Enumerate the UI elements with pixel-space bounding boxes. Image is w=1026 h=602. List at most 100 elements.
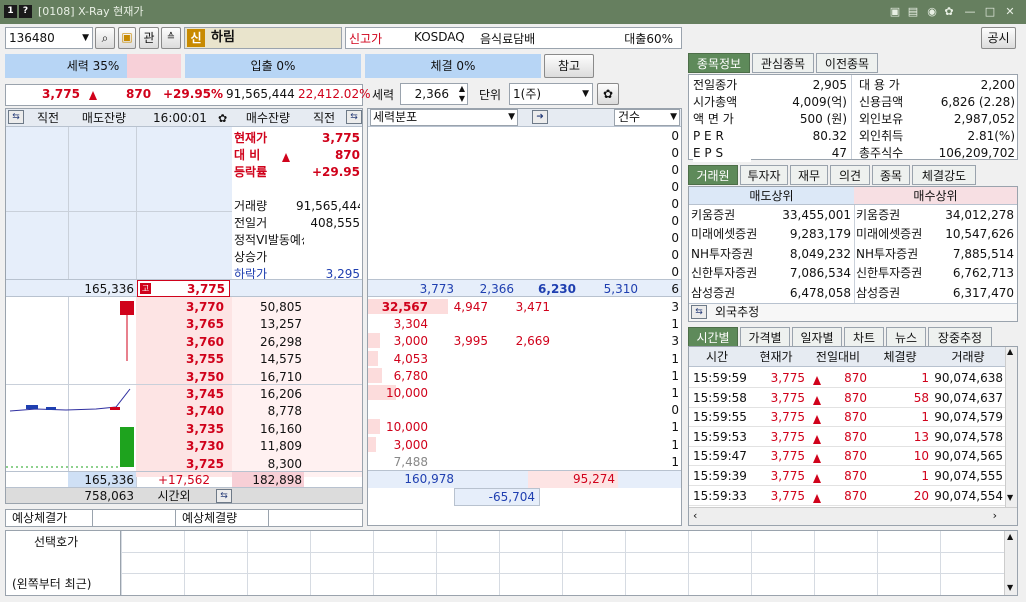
scroll-left-icon[interactable]: ‹ [693,509,697,522]
bid-price[interactable]: 3,740 [138,402,224,420]
mini-chart [6,301,134,468]
tick-row[interactable]: 15:59:53 3,775 870 13 90,074,578 [689,428,1005,447]
stack-icon[interactable]: ≙ [161,27,181,49]
tab-info-0[interactable]: 종목정보 [688,53,750,73]
tab-tick-3[interactable]: 차트 [844,327,884,347]
tick-hscrollbar[interactable]: ‹ › [689,507,1017,525]
dist-a: 3,304 [393,317,428,332]
stock-code-input[interactable]: 136480 ▼ [5,27,93,49]
tick-qty: 58 [913,390,929,405]
info-value-right: 2,200 [980,78,1015,92]
power-ctrl-label: 세력 [372,88,395,102]
broker-buy-name[interactable]: 미래에셋증권 [856,225,936,243]
tab-tick-0[interactable]: 시간별 [688,327,738,347]
bid-price[interactable]: 3,725 [138,455,224,473]
tab-broker-3[interactable]: 의견 [830,165,870,185]
help-badge[interactable]: ? [19,5,32,18]
dist-mid-row[interactable]: 3,773 2,366 6,230 5,310 6 [368,279,681,297]
broker-sell-name[interactable]: 신한투자증권 [691,264,771,282]
current-price-box[interactable]: 고 3,775 [137,280,230,297]
bid-price[interactable]: 3,765 [138,315,224,333]
camera-icon[interactable]: ◉ [925,5,939,19]
swap-icon[interactable]: ⇆ [691,305,707,319]
scroll-up-icon[interactable]: ▲ [1007,532,1013,541]
tick-row[interactable]: 15:59:58 3,775 870 58 90,074,637 [689,389,1005,408]
unit-select[interactable]: 1(주) ▼ [509,83,593,105]
close-icon[interactable]: ✕ [1003,5,1017,19]
broker-sell-name[interactable]: 키움증권 [691,206,771,224]
tab-tick-1[interactable]: 가격별 [740,327,790,347]
link-icon[interactable]: ▣ [888,5,902,19]
tick-row[interactable]: 15:59:59 3,775 870 1 90,074,638 [689,369,1005,388]
scroll-down-icon[interactable]: ▼ [1007,493,1013,502]
bid-price[interactable]: 3,750 [138,368,224,386]
chevron-down-icon[interactable]: ▼ [82,28,89,48]
maximize-icon[interactable]: □ [983,5,997,19]
tab-tick-5[interactable]: 장중추정 [928,327,992,347]
chevron-down-icon[interactable]: ▼ [508,110,515,125]
tick-row[interactable]: 15:59:39 3,775 870 1 90,074,555 [689,467,1005,486]
tick-row[interactable]: 15:59:47 3,775 870 10 90,074,565 [689,447,1005,467]
tick-scrollbar[interactable]: ▲ ▼ [1005,347,1017,507]
bid-price[interactable]: 3,770 [138,298,224,316]
settings-icon[interactable]: ✿ [942,5,956,19]
broker-sell-name[interactable]: 삼성증권 [691,284,771,302]
tick-table: 시간 현재가 전일대비 체결량 거래량 15:59:59 3,775 870 1… [688,346,1018,526]
search-icon[interactable]: ⌕ [95,27,115,49]
title-bar[interactable]: 1 ? [0108] X-Ray 현재가 ▣ ▤ ◉ ✿ — □ ✕ [0,0,1026,24]
info-label-left: 액 면 가 [693,110,751,128]
broker-sell-name[interactable]: NH투자증권 [691,245,771,263]
scroll-up-icon[interactable]: ▲ [1007,347,1013,356]
tab-info-2[interactable]: 이전종목 [816,53,878,73]
bid-price[interactable]: 3,760 [138,333,224,351]
gear-icon[interactable]: ✿ [218,110,227,128]
swap-icon[interactable]: ⇆ [346,110,362,124]
swap-icon[interactable]: ⇆ [8,110,24,124]
count-header: 건수 [618,110,641,124]
tab-broker-0[interactable]: 거래원 [688,165,738,185]
minimize-icon[interactable]: — [963,5,977,19]
swap-icon[interactable]: ⇆ [216,489,232,503]
reference-button[interactable]: 참고 [544,54,594,78]
scroll-right-icon[interactable]: › [993,509,997,522]
count-select[interactable]: 건수 ▼ [614,109,680,126]
info-value-left: 80.32 [812,129,847,143]
chevron-down-icon[interactable]: ▼ [670,110,677,125]
window-title: [0108] X-Ray 현재가 [38,5,144,18]
bid-price[interactable]: 3,730 [138,437,224,455]
bottom-scrollbar[interactable]: ▲ ▼ [1004,531,1017,595]
tab-broker-1[interactable]: 투자자 [740,165,788,185]
scroll-down-icon[interactable]: ▼ [1007,583,1013,592]
arrow-right-icon[interactable]: ➜ [532,110,548,124]
power-spinner[interactable]: 2,366 ▲ ▼ [400,83,468,105]
tab-tick-4[interactable]: 뉴스 [886,327,926,347]
bid-price[interactable]: 3,755 [138,350,224,368]
tab-broker-5[interactable]: 체결강도 [912,165,976,185]
bid-price[interactable]: 3,735 [138,420,224,438]
spinner-arrows-icon[interactable]: ▲ ▼ [459,84,465,104]
distribution-select[interactable]: 세력분포 ▼ [370,109,518,126]
broker-sell-name[interactable]: 미래에셋증권 [691,225,771,243]
tick-row[interactable]: 15:59:55 3,775 870 1 90,074,579 [689,408,1005,428]
notice-button[interactable]: 공시 [981,27,1016,49]
broker-buy-name[interactable]: 신한투자증권 [856,264,936,282]
dist-c [488,453,550,471]
current-row[interactable]: 165,336 고 3,775 [6,279,362,297]
current-sell-total: 165,336 [84,282,134,296]
broker-buy-name[interactable]: NH투자증권 [856,245,936,263]
layout-icon[interactable]: ▤ [906,5,920,19]
tab-info-1[interactable]: 관심종목 [752,53,814,73]
gwan-button[interactable]: 관 [139,27,159,49]
tab-broker-2[interactable]: 재무 [790,165,828,185]
tick-row[interactable]: 15:59:33 3,775 870 20 90,074,554 [689,487,1005,506]
window-number-badge[interactable]: 1 [4,5,17,18]
tab-broker-4[interactable]: 종목 [872,165,910,185]
broker-buy-name[interactable]: 삼성증권 [856,284,936,302]
bid-price[interactable]: 3,745 [138,385,224,403]
folder-icon[interactable]: ▣ [118,27,136,49]
gear-icon[interactable]: ✿ [597,83,619,105]
tab-tick-2[interactable]: 일자별 [792,327,842,347]
chevron-down-icon[interactable]: ▼ [582,84,589,104]
small-candle [26,405,38,409]
broker-buy-name[interactable]: 키움증권 [856,206,936,224]
